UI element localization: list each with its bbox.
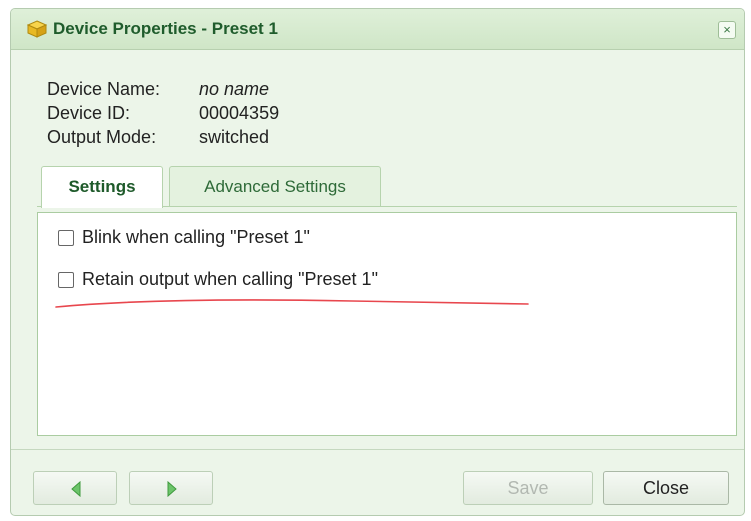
triangle-right-icon	[167, 481, 177, 497]
retain-output-option[interactable]: Retain output when calling "Preset 1"	[58, 269, 378, 290]
previous-button[interactable]	[33, 471, 117, 505]
device-name-label: Device Name:	[47, 79, 161, 99]
device-cube-icon	[27, 20, 47, 38]
settings-panel: Blink when calling "Preset 1" Retain out…	[37, 212, 737, 436]
output-mode-row: Output Mode: switched	[47, 127, 447, 151]
close-icon[interactable]: ×	[718, 21, 736, 39]
footer-divider	[11, 449, 744, 450]
output-mode-label: Output Mode:	[47, 127, 157, 147]
retain-output-checkbox[interactable]	[58, 272, 74, 288]
dialog-title: Device Properties - Preset 1	[53, 19, 278, 38]
device-info: Device Name: no name Device ID: 00004359…	[47, 79, 447, 151]
device-id-label: Device ID:	[47, 103, 131, 123]
device-name-value: no name	[199, 79, 270, 99]
tab-advanced-settings[interactable]: Advanced Settings	[169, 166, 381, 206]
retain-output-option-label: Retain output when calling "Preset 1"	[82, 269, 378, 289]
next-button[interactable]	[129, 471, 213, 505]
dialog-titlebar[interactable]: Device Properties - Preset 1 ×	[11, 9, 744, 50]
device-id-value: 00004359	[199, 103, 280, 123]
blink-option-label: Blink when calling "Preset 1"	[82, 227, 310, 247]
annotation-underline	[55, 299, 529, 308]
output-mode-value: switched	[199, 127, 270, 147]
device-properties-dialog: Device Properties - Preset 1 × Device Na…	[10, 8, 745, 516]
device-id-row: Device ID: 00004359	[47, 103, 447, 127]
triangle-left-icon	[71, 481, 81, 497]
device-name-row: Device Name: no name	[47, 79, 447, 103]
close-button[interactable]: Close	[603, 471, 729, 505]
save-button[interactable]: Save	[463, 471, 593, 505]
blink-option[interactable]: Blink when calling "Preset 1"	[58, 227, 310, 248]
blink-checkbox[interactable]	[58, 230, 74, 246]
tab-settings[interactable]: Settings	[41, 166, 163, 208]
